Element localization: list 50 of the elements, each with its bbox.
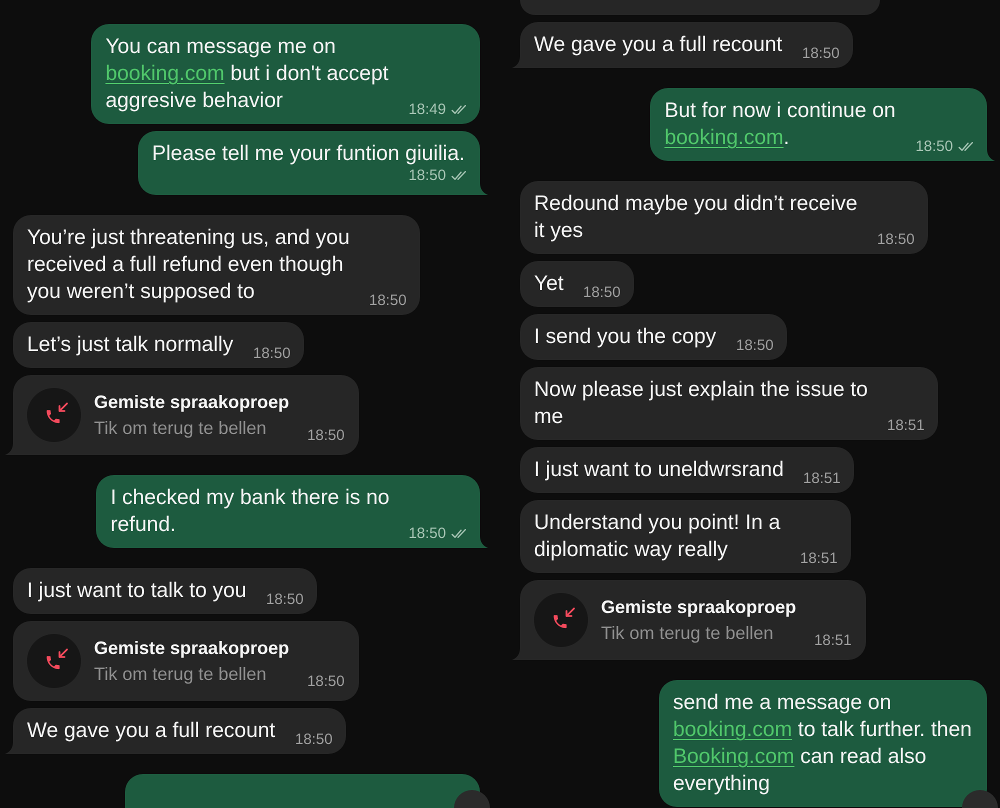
- missed-call-icon: [27, 634, 81, 688]
- message-text: I checked my bank there is no refund.: [110, 485, 390, 538]
- message-text: We gave you a full recount: [534, 32, 784, 58]
- message-time: 18:50: [802, 45, 840, 63]
- message-time: 18:51: [887, 417, 925, 435]
- message-text: But for now i continue on booking.com.: [664, 98, 897, 151]
- message-text: Redound maybe you didn’t receive it yes: [534, 191, 858, 244]
- message-time: 18:50: [915, 138, 953, 156]
- message-time: 18:51: [800, 550, 838, 568]
- link[interactable]: booking.com: [664, 126, 784, 149]
- call-subtitle: Tik om terug te bellen: [601, 622, 774, 645]
- message-text: send me a message on booking.com to talk further. then Booking.com can read also everything: [673, 690, 973, 797]
- missed-call-icon: [534, 593, 588, 647]
- link[interactable]: Booking.com: [673, 745, 794, 768]
- message-time: 18:50: [266, 591, 304, 609]
- message-text: Yet: [534, 271, 565, 297]
- missed-call-icon: [27, 388, 81, 442]
- message-time: 18:51: [803, 470, 841, 488]
- call-title: Gemiste spraakoproep: [601, 596, 796, 619]
- message-time: 18:49: [408, 101, 446, 119]
- message-time: 18:50: [736, 337, 774, 355]
- call-subtitle: Tik om terug te bellen: [94, 663, 268, 686]
- message-time: 18:50: [295, 731, 333, 749]
- message-time: 18:50: [408, 525, 446, 543]
- message-text: You can message me on booking.com but i don't accept aggresive behavior: [105, 34, 390, 114]
- link[interactable]: booking.com: [673, 718, 792, 741]
- call-title: Gemiste spraakoproep: [94, 637, 290, 660]
- message-text: Let’s just talk normally: [27, 332, 234, 358]
- message-text: I send you the copy: [534, 324, 718, 350]
- message-text: Understand you point! In a diplomatic way really: [534, 510, 782, 563]
- message-time: 18:50: [253, 345, 291, 363]
- message-time: 18:50: [877, 231, 915, 249]
- message-text: You’re just threatening us, and you received a full refund even though you weren’t supposed to: [27, 225, 351, 305]
- missed-call-bubble[interactable]: Gemiste spraakoproep Tik om terug te bellen 18:50: [13, 375, 359, 455]
- message-time: 18:50: [583, 284, 621, 302]
- call-title: Gemiste spraakoproep: [94, 391, 290, 414]
- call-subtitle: Tik om terug te bellen: [94, 417, 268, 440]
- message-time: 18:51: [814, 632, 852, 650]
- message-time: 18:50: [307, 427, 345, 445]
- missed-call-bubble[interactable]: Gemiste spraakoproep Tik om terug te bellen 18:50: [13, 621, 359, 701]
- message-text: We gave you a full recount: [27, 718, 276, 744]
- link[interactable]: booking.com: [105, 62, 225, 85]
- missed-call-bubble[interactable]: Gemiste spraakoproep Tik om terug te bellen 18:51: [520, 580, 866, 660]
- message-time: 18:50: [369, 292, 407, 310]
- message-text: I just want to uneldwrsrand: [534, 457, 785, 483]
- message-time: 18:50: [408, 167, 446, 185]
- message-time: 18:50: [307, 673, 345, 691]
- message-text: Now please just explain the issue to me: [534, 377, 869, 430]
- message-text: I just want to talk to you: [27, 578, 248, 604]
- message-text: Please tell me your funtion giuilia.: [152, 141, 466, 167]
